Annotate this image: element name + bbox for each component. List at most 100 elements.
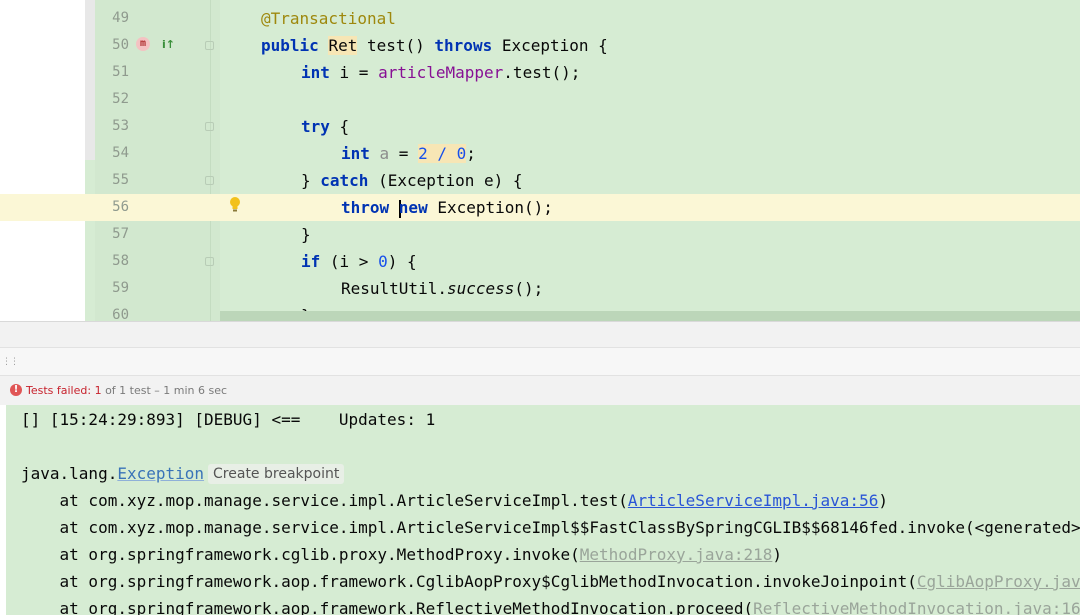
console-text: java.lang.	[21, 464, 118, 483]
code-token: catch	[320, 171, 379, 190]
fold-marker-method[interactable]	[205, 41, 214, 50]
code-token: }	[301, 225, 311, 244]
code-text: }	[301, 221, 311, 248]
drag-grip-icon[interactable]: ⋮⋮	[2, 357, 19, 367]
line-number: 57	[112, 226, 129, 242]
line-number: 55	[112, 172, 129, 188]
fold-marker-if[interactable]	[205, 257, 214, 266]
line-number: 53	[112, 118, 129, 134]
console-text: at com.xyz.mop.manage.service.impl.Artic…	[21, 491, 628, 510]
stack-trace-link[interactable]: MethodProxy.java:218	[580, 545, 773, 564]
console-text: at com.xyz.mop.manage.service.impl.Artic…	[21, 518, 1080, 537]
error-icon: !	[10, 384, 22, 396]
code-line[interactable]: 54 int a = 2 / 0;	[0, 140, 1080, 167]
console-line: at com.xyz.mop.manage.service.impl.Artic…	[21, 514, 1080, 541]
test-status-bar: ! Tests failed: 1 of 1 test – 1 min 6 se…	[0, 375, 1080, 406]
code-token: Exception();	[437, 198, 553, 217]
code-line[interactable]: 59 ResultUtil.success();	[0, 275, 1080, 302]
console-text: )	[772, 545, 782, 564]
code-token: public	[261, 36, 329, 55]
code-line[interactable]: 58 if (i > 0) {	[0, 248, 1080, 275]
fold-marker-try[interactable]	[205, 122, 214, 131]
exception-class-link[interactable]: Exception	[117, 464, 204, 483]
console-line: at org.springframework.cglib.proxy.Metho…	[21, 541, 782, 568]
create-breakpoint-tooltip[interactable]: Create breakpoint	[208, 464, 345, 484]
console-text: at org.springframework.aop.framework.Cgl…	[21, 572, 917, 591]
test-status-text: Tests failed: 1 of 1 test – 1 min 6 sec	[26, 376, 227, 405]
code-line[interactable]: 51 int i = articleMapper.test();	[0, 59, 1080, 86]
console-line: java.lang.Exception Create breakpoint	[21, 460, 345, 487]
fold-marker-catch[interactable]	[205, 176, 214, 185]
code-token: @Transactional	[261, 9, 396, 28]
console-text: [] [15:24:29:893] [DEBUG] <== Updates: 1	[21, 410, 436, 429]
code-token: int	[301, 63, 340, 82]
lightbulb-icon[interactable]	[228, 196, 242, 214]
code-token: int	[341, 144, 380, 163]
code-token: }	[301, 171, 321, 190]
code-token: try	[301, 117, 340, 136]
tests-failed-label: Tests failed:	[26, 384, 92, 397]
code-line[interactable]: 55} catch (Exception e) {	[0, 167, 1080, 194]
code-token: ();	[514, 279, 544, 298]
code-editor[interactable]: 49 @Transactional 50 public Ret test() thro…	[0, 0, 1080, 321]
code-text: public Ret test() throws Exception {	[261, 32, 608, 59]
code-line[interactable]: 49 @Transactional	[0, 5, 1080, 32]
code-token: Exception {	[501, 36, 608, 55]
tool-window-header	[0, 347, 1080, 376]
code-token: {	[339, 117, 350, 136]
line-number: 60	[112, 307, 129, 321]
code-text: if (i > 0) {	[301, 248, 417, 275]
code-token: ) {	[387, 252, 417, 271]
code-token: throws	[434, 36, 502, 55]
console-line: at org.springframework.aop.framework.Cgl…	[21, 568, 1080, 595]
code-line-current[interactable]: 56 throw new Exception();	[0, 194, 1080, 221]
implemented-method-icon-glyph: i↑	[162, 38, 175, 51]
code-token: throw	[341, 198, 399, 217]
code-token: (Exception e) {	[378, 171, 523, 190]
line-number: 49	[112, 10, 129, 26]
override-method-icon[interactable]: m	[136, 37, 150, 51]
override-method-icon-glyph: m	[139, 38, 147, 49]
code-text: throw new Exception();	[341, 194, 553, 221]
tests-detail: of 1 test – 1 min 6 sec	[105, 384, 228, 397]
code-line[interactable]: 57}	[0, 221, 1080, 248]
code-line[interactable]: 52	[0, 86, 1080, 113]
code-token: articleMapper	[378, 63, 504, 82]
code-token: (i >	[329, 252, 379, 271]
code-text: } catch (Exception e) {	[301, 167, 523, 194]
code-token: a	[379, 144, 390, 163]
code-text: @Transactional	[261, 5, 396, 32]
code-token: 2 / 0	[418, 144, 467, 163]
console-text: at org.springframework.aop.framework.Ref…	[21, 599, 754, 615]
line-number: 54	[112, 145, 129, 161]
code-token: i =	[339, 63, 379, 82]
editor-bottom-band	[220, 311, 1080, 321]
console-line: at org.springframework.aop.framework.Ref…	[21, 595, 1080, 615]
run-console[interactable]: [] [15:24:29:893] [DEBUG] <== Updates: 1…	[0, 405, 1080, 615]
stack-trace-link[interactable]: ArticleServiceImpl.java:56	[628, 491, 878, 510]
code-text: int a = 2 / 0;	[341, 140, 476, 167]
code-token: Ret	[328, 36, 358, 55]
code-text: try {	[301, 113, 349, 140]
console-line: at com.xyz.mop.manage.service.impl.Artic…	[21, 487, 888, 514]
implemented-method-icon[interactable]: i↑	[162, 38, 175, 52]
line-number: 52	[112, 91, 129, 107]
line-number: 51	[112, 64, 129, 80]
line-number: 58	[112, 253, 129, 269]
line-number: 59	[112, 280, 129, 296]
code-token: =	[389, 144, 419, 163]
tests-failed-count: 1	[94, 384, 102, 397]
code-token: 0	[378, 252, 388, 271]
line-number: 56	[112, 199, 129, 215]
code-token: .test();	[503, 63, 581, 82]
code-token: test()	[357, 36, 435, 55]
stack-trace-link[interactable]: CglibAopProxy.java:779	[917, 572, 1080, 591]
code-token: ;	[466, 144, 476, 163]
stack-trace-link[interactable]: ReflectiveMethodInvocation.java:163	[753, 599, 1080, 615]
code-line[interactable]: 53 try {	[0, 113, 1080, 140]
code-token: success	[446, 279, 515, 298]
panel-splitter[interactable]	[0, 321, 1080, 348]
code-token: if	[301, 252, 330, 271]
line-number: 50	[112, 37, 129, 53]
code-token: ResultUtil.	[341, 279, 447, 298]
